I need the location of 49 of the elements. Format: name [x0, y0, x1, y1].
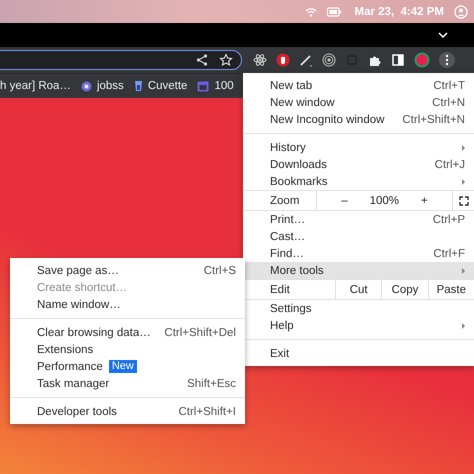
menu-item[interactable]: More tools	[243, 262, 474, 279]
menu-item[interactable]: History	[243, 139, 474, 156]
edit-button[interactable]: Copy	[381, 280, 428, 299]
menu-item[interactable]: Downloads Ctrl+J	[243, 156, 474, 173]
menu-item[interactable]: Find… Ctrl+F	[243, 245, 474, 262]
sidebar-icon[interactable]	[391, 53, 405, 67]
fullscreen-icon[interactable]	[458, 196, 468, 206]
menu-item[interactable]: Bookmarks	[243, 173, 474, 190]
menu-item[interactable]: Task manager Shift+Esc	[10, 375, 245, 392]
menu-item[interactable]: Developer tools Ctrl+Shift+I	[10, 403, 245, 420]
zoom-level: 100%	[370, 194, 400, 206]
menu-item[interactable]: Print… Ctrl+P	[243, 211, 474, 228]
zoom-out-button[interactable]: –	[341, 194, 348, 206]
submenu-arrow-icon	[462, 144, 465, 150]
menu-item[interactable]: Name window…	[10, 296, 245, 313]
menu-item[interactable]: Clear browsing data… Ctrl+Shift+Del	[10, 324, 245, 341]
share-icon[interactable]	[195, 53, 209, 67]
menu-item[interactable]: Exit	[243, 345, 474, 362]
shield-icon[interactable]	[276, 53, 290, 67]
menu-item[interactable]: Settings	[243, 300, 474, 317]
edit-button[interactable]: Cut	[335, 280, 382, 299]
zoom-in-button[interactable]: +	[421, 194, 428, 206]
bookmark-item[interactable]: Cuvette	[134, 80, 188, 92]
chevron-down-icon[interactable]	[438, 32, 448, 38]
submenu-arrow-icon	[462, 322, 465, 328]
cup-icon	[134, 80, 143, 92]
bookmark-item[interactable]: h year] Roa…	[0, 80, 71, 92]
bookmark-item[interactable]: jobss	[80, 80, 124, 92]
target-icon[interactable]	[322, 53, 336, 67]
menu-item[interactable]: New tab Ctrl+T	[243, 77, 474, 94]
submenu-arrow-icon	[462, 268, 465, 274]
pen-icon[interactable]	[299, 53, 313, 67]
calendar-icon	[197, 80, 210, 92]
submenu-arrow-icon	[462, 178, 465, 184]
new-badge: New	[108, 360, 137, 373]
menu-item[interactable]: Extensions	[10, 341, 245, 358]
bookmark-item[interactable]: 100	[197, 80, 234, 92]
menu-item[interactable]: Save page as… Ctrl+S	[10, 262, 245, 279]
atom-icon[interactable]	[253, 53, 267, 67]
star-icon[interactable]	[219, 53, 233, 67]
menu-item[interactable]: New window Ctrl+N	[243, 94, 474, 111]
menu-item[interactable]: Help	[243, 317, 474, 334]
avatar-icon[interactable]	[414, 52, 430, 68]
menu-item[interactable]: Cast…	[243, 228, 474, 245]
menu-item[interactable]: Performance New	[10, 358, 245, 375]
menu-item[interactable]: New Incognito window Ctrl+Shift+N	[243, 111, 474, 128]
menu-icon[interactable]	[439, 52, 455, 68]
circle-icon	[80, 80, 92, 92]
edit-button[interactable]: Paste	[428, 280, 474, 299]
